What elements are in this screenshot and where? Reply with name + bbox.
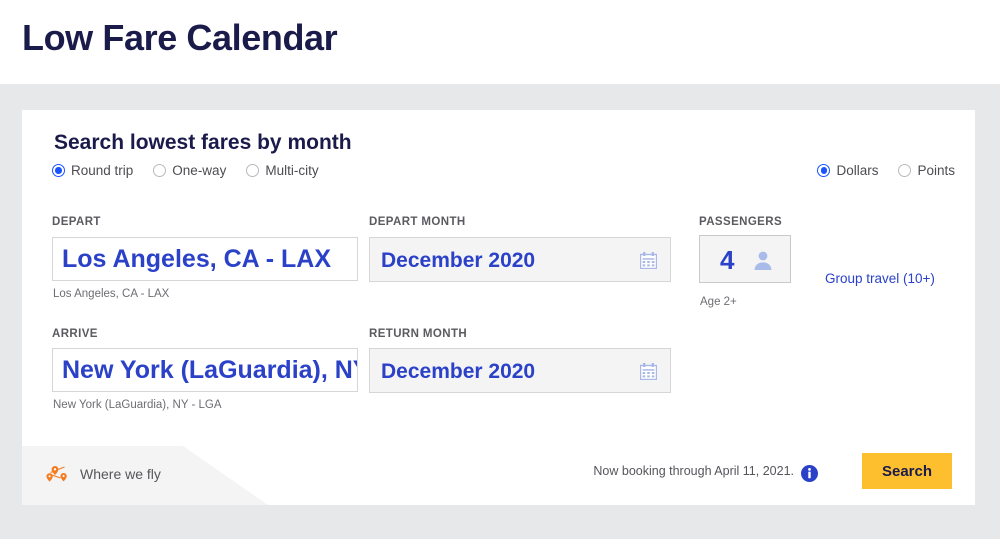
radio-one-way-mark xyxy=(153,164,167,177)
radio-one-way-label: One-way xyxy=(172,163,227,178)
calendar-icon xyxy=(639,363,658,381)
arrive-input[interactable]: New York (LaGuardia), NY - LGA xyxy=(52,348,358,392)
passengers-label: PASSENGERS xyxy=(699,216,783,228)
radio-multi-city-mark xyxy=(246,164,260,177)
return-month-value: December 2020 xyxy=(381,360,536,383)
passengers-value: 4 xyxy=(720,245,735,275)
depart-label: DEPART xyxy=(52,216,101,228)
radio-points-mark xyxy=(898,164,912,177)
radio-dollars-label: Dollars xyxy=(836,163,879,178)
radio-dollars-mark xyxy=(817,164,831,177)
calendar-icon xyxy=(639,252,658,270)
search-button[interactable]: Search xyxy=(862,453,952,489)
radio-round-trip-mark xyxy=(52,164,65,177)
page-header: Low Fare Calendar xyxy=(0,0,1000,84)
depart-helper-text: Los Angeles, CA - LAX xyxy=(53,288,170,300)
radio-multi-city-label: Multi-city xyxy=(265,163,319,178)
info-icon[interactable] xyxy=(801,465,818,482)
passengers-helper-text: Age 2+ xyxy=(700,296,737,308)
radio-points-label: Points xyxy=(917,163,955,178)
radio-multi-city[interactable]: Multi-city xyxy=(246,163,319,178)
radio-round-trip[interactable]: Round trip xyxy=(52,163,133,178)
radio-one-way[interactable]: One-way xyxy=(153,163,226,178)
where-we-fly-banner[interactable]: Where we fly xyxy=(22,446,268,505)
trip-type-radio-group: Round trip One-way Multi-city xyxy=(52,163,319,178)
depart-month-field[interactable]: December 2020 xyxy=(369,237,671,282)
return-month-label: RETURN MONTH xyxy=(369,328,468,340)
radio-points[interactable]: Points xyxy=(898,163,955,178)
where-we-fly-inner: Where we fly xyxy=(46,463,161,485)
map-pins-icon xyxy=(46,463,71,485)
passengers-field[interactable]: 4 xyxy=(699,235,791,283)
radio-dollars[interactable]: Dollars xyxy=(817,163,878,178)
page-title: Low Fare Calendar xyxy=(22,17,338,58)
search-card: Search lowest fares by month Round trip … xyxy=(22,110,975,505)
radio-round-trip-label: Round trip xyxy=(71,163,134,178)
booking-note: Now booking through April 11, 2021. xyxy=(593,464,794,478)
where-we-fly-label: Where we fly xyxy=(80,466,161,482)
passenger-icon xyxy=(752,249,774,271)
group-travel-link[interactable]: Group travel (10+) xyxy=(825,271,935,286)
depart-month-label: DEPART MONTH xyxy=(369,216,466,228)
arrive-label: ARRIVE xyxy=(52,328,98,340)
fare-type-radio-group: Dollars Points xyxy=(817,163,955,178)
depart-month-value: December 2020 xyxy=(381,249,536,272)
arrive-helper-text: New York (LaGuardia), NY - LGA xyxy=(53,399,222,411)
depart-input[interactable]: Los Angeles, CA - LAX xyxy=(52,237,358,281)
card-heading: Search lowest fares by month xyxy=(54,131,352,154)
return-month-field[interactable]: December 2020 xyxy=(369,348,671,393)
